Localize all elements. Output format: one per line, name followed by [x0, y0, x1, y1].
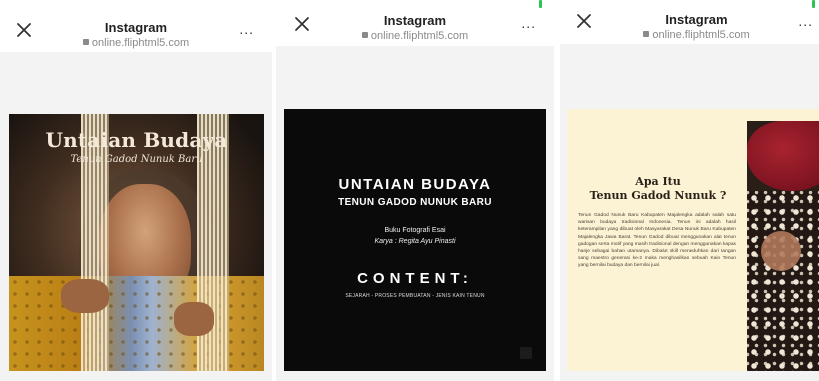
url-text: online.fliphtml5.com [652, 29, 750, 41]
status-indicator [539, 0, 542, 8]
screenshot-panel-2: Instagram online.fliphtml5.com ... UNTAI… [276, 0, 554, 381]
status-indicator [812, 0, 815, 8]
url-text: online.fliphtml5.com [370, 30, 469, 42]
browser-title: Instagram [383, 13, 447, 28]
browser-title: Instagram [665, 12, 728, 27]
hand-shape [761, 231, 801, 271]
article-heading-line-2: Tenun Gadod Nunuk ? [589, 189, 727, 202]
hand-shape [61, 279, 109, 313]
browser-url: online.fliphtml5.com [574, 28, 819, 42]
cover-photo-page[interactable]: Untaian Budaya Tenun Gadod Nunuk Baru [9, 114, 264, 371]
thread-strands [81, 114, 109, 371]
more-options-button[interactable]: ... [239, 22, 254, 36]
browser-url: online.fliphtml5.com [0, 36, 272, 50]
lock-icon [643, 31, 650, 37]
content-heading: CONTENT: [357, 270, 473, 287]
book-title: UNTAIAN BUDAYA [338, 176, 492, 193]
article-page[interactable]: Apa Itu Tenun Gadod Nunuk ? Tenun Gadod … [567, 109, 819, 371]
book-subtitle: TENUN GADOD NUNUK BARU [338, 197, 492, 208]
article-body: Tenun Gadod Nunuk Baru Kabupaten Majalen… [578, 213, 736, 269]
screenshot-panel-1: Instagram online.fliphtml5.com ... Untai… [0, 0, 272, 381]
corner-mark [520, 347, 532, 359]
more-options-button[interactable]: ... [521, 16, 536, 30]
lock-icon [82, 39, 89, 45]
book-author: Karya : Regita Ayu Pinasti [374, 238, 456, 245]
weaver-photo [747, 121, 819, 371]
lock-icon [361, 32, 368, 38]
browser-top-bar: Instagram online.fliphtml5.com ... [0, 0, 272, 52]
more-options-button[interactable]: ... [798, 14, 813, 28]
floral-dress-pattern [747, 191, 819, 371]
article-heading-line-1: Apa Itu [635, 175, 681, 188]
screenshot-panel-3: Instagram online.fliphtml5.com ... Apa I… [560, 0, 819, 381]
red-headwear-shape [747, 121, 819, 191]
browser-url: online.fliphtml5.com [276, 29, 554, 43]
cover-subtitle: Tenun Gadod Nunuk Baru [70, 154, 203, 165]
browser-top-bar: Instagram online.fliphtml5.com ... [276, 0, 554, 52]
book-type: Buku Fotografi Esai [384, 227, 446, 234]
browser-title: Instagram [104, 20, 168, 35]
title-page[interactable]: UNTAIAN BUDAYA TENUN GADOD NUNUK BARU Bu… [284, 109, 546, 371]
url-text: online.fliphtml5.com [91, 37, 190, 49]
contents-list: SEJARAH - PROSES PEMBUATAN - JENIS KAIN … [345, 293, 485, 299]
hand-shape [174, 302, 214, 336]
cover-title: Untaian Budaya [45, 128, 228, 152]
